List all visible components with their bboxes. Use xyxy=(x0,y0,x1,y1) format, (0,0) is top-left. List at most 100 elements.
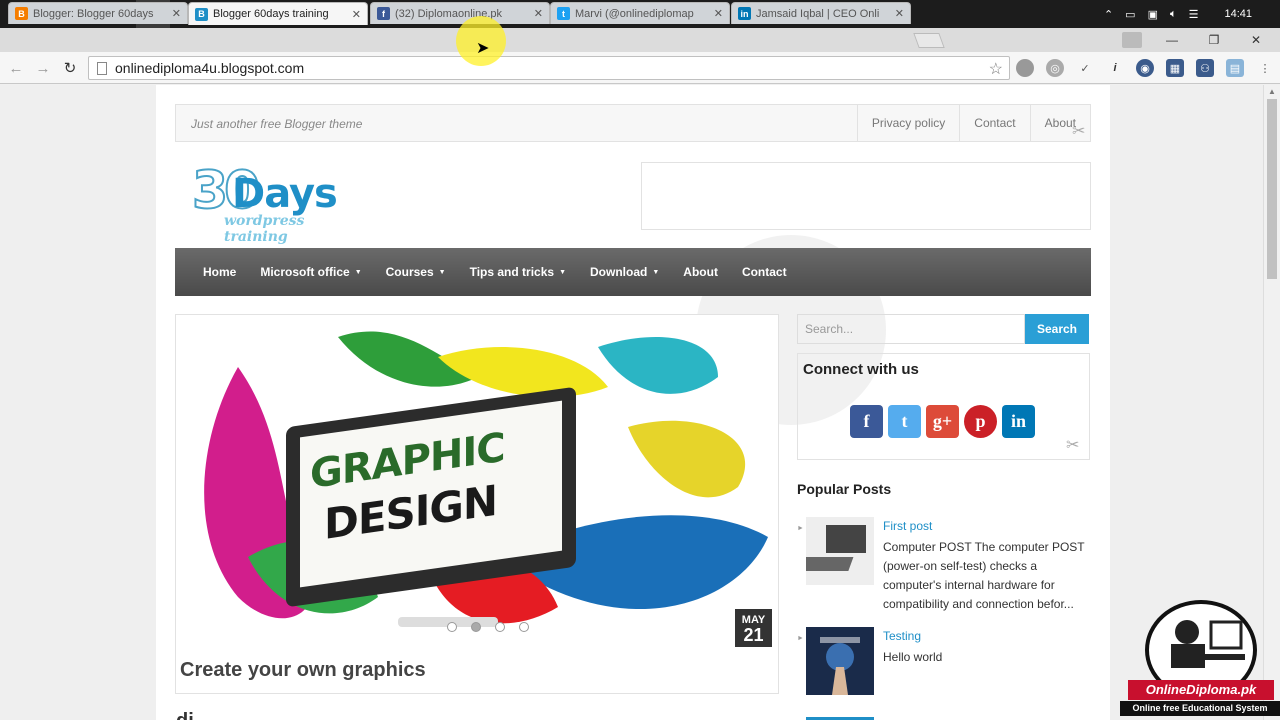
post-snippet: Computer POST The computer POST (power-o… xyxy=(883,540,1085,611)
nav-tips-and-tricks[interactable]: Tips and tricks ▼ xyxy=(470,265,566,279)
clock[interactable]: 14:41 xyxy=(1224,8,1252,20)
brand-tagline: Online free Educational System xyxy=(1120,701,1280,716)
connect-widget: Connect with us f t g+ p in ✂ xyxy=(797,353,1090,460)
tab-blogger-60days[interactable]: B Blogger 60days training ✕ xyxy=(188,2,368,25)
tab-strip xyxy=(0,28,1280,52)
close-icon[interactable]: ✕ xyxy=(895,7,904,20)
scroll-thumb[interactable] xyxy=(1267,99,1277,279)
blog-site: Just another free Blogger theme Privacy … xyxy=(156,85,1110,720)
wrench-icon[interactable]: ✂ xyxy=(1066,435,1079,455)
caret-down-icon: ▼ xyxy=(559,269,567,277)
bookmark-star-icon[interactable]: ☆ xyxy=(989,59,1003,79)
date-day: 21 xyxy=(743,625,764,645)
close-icon[interactable]: ✕ xyxy=(352,8,361,21)
post-snippet: Hello world xyxy=(883,650,943,664)
pinterest-icon[interactable]: p xyxy=(964,405,997,438)
close-icon[interactable]: ✕ xyxy=(534,7,543,20)
slider-dot[interactable] xyxy=(447,622,457,632)
connect-title: Connect with us xyxy=(803,361,919,378)
search-input[interactable]: Search... xyxy=(797,314,1025,344)
extension-icon[interactable]: ◉ xyxy=(1136,59,1154,77)
post-title[interactable]: First post xyxy=(883,519,932,533)
slide-title[interactable]: Create your own graphics xyxy=(180,659,426,682)
popular-post-item: ► Testing Hello world xyxy=(797,627,1090,697)
header-ad-box xyxy=(641,162,1091,230)
brand-overlay-logo: OnlineDiploma.pk Online free Educational… xyxy=(1120,598,1280,718)
main-navigation: Home Microsoft office ▼ Courses ▼ Tips and… xyxy=(175,248,1091,296)
extension-icon[interactable]: ▤ xyxy=(1226,59,1244,77)
nav-microsoft-office[interactable]: Microsoft office ▼ xyxy=(260,265,361,279)
logo-subtitle: wordpress training xyxy=(224,213,305,245)
tab-twitter[interactable]: t Marvi (@onlinediplomap ✕ xyxy=(550,2,730,24)
network-icon[interactable]: ▣ xyxy=(1148,8,1158,21)
system-tray: ⌃ ▭ ▣ 🔈︎ ☰ 14:41 xyxy=(1098,0,1280,28)
tab-facebook[interactable]: f (32) Diplomaonline.pk ✕ xyxy=(370,2,550,24)
close-window-button[interactable]: ✕ xyxy=(1236,28,1276,52)
googleplus-icon[interactable]: g+ xyxy=(926,405,959,438)
post-thumbnail[interactable] xyxy=(806,627,874,695)
top-links: Privacy policy Contact About xyxy=(856,105,1090,141)
nav-about[interactable]: About xyxy=(683,265,718,279)
featured-slider[interactable]: GRAPHIC DESIGN MAY 21 Create your own gr… xyxy=(175,314,779,694)
nav-contact[interactable]: Contact xyxy=(742,265,787,279)
top-link-privacy[interactable]: Privacy policy xyxy=(856,105,959,141)
forward-icon[interactable]: → xyxy=(33,58,53,78)
twitter-icon[interactable]: t xyxy=(888,405,921,438)
globe-icon[interactable]: ◎ xyxy=(1046,59,1064,77)
back-icon[interactable]: ← xyxy=(6,58,26,78)
slider-dot-active[interactable] xyxy=(471,622,481,632)
search-button[interactable]: Search xyxy=(1025,314,1089,344)
top-link-contact[interactable]: Contact xyxy=(959,105,1029,141)
tab-label: Marvi (@onlinediplomap xyxy=(575,7,694,20)
post-title[interactable]: Testing xyxy=(883,629,921,643)
extension-icon[interactable] xyxy=(1016,59,1034,77)
profile-icon[interactable] xyxy=(1112,28,1152,52)
chrome-menu-icon[interactable]: ⋮ xyxy=(1256,59,1274,77)
close-icon[interactable]: ✕ xyxy=(172,7,181,20)
linkedin-icon[interactable]: in xyxy=(1002,405,1035,438)
logo-word: Days xyxy=(232,171,338,217)
post-date-badge: MAY 21 xyxy=(735,609,772,647)
post-thumbnail[interactable] xyxy=(792,517,874,585)
action-center-icon[interactable]: ☰ xyxy=(1189,8,1199,21)
popular-posts-heading: Popular Posts xyxy=(797,481,892,497)
mouse-pointer-icon: ➤ xyxy=(476,40,490,57)
volume-icon[interactable]: 🔈︎ xyxy=(1170,8,1177,21)
tab-blogger-dashboard[interactable]: B Blogger: Blogger 60days ✕ xyxy=(8,2,188,24)
chevron-up-icon[interactable]: ⌃ xyxy=(1104,8,1113,21)
extension-icon[interactable]: ▦ xyxy=(1166,59,1184,77)
site-logo[interactable]: 30 Days wordpress training xyxy=(191,160,372,245)
nav-home[interactable]: Home xyxy=(203,265,236,279)
caret-down-icon: ▼ xyxy=(652,269,660,277)
address-bar[interactable]: onlinediploma4u.blogspot.com ☆ xyxy=(88,56,1010,80)
slider-dot[interactable] xyxy=(495,622,505,632)
nav-courses[interactable]: Courses ▼ xyxy=(386,265,446,279)
blogger-icon: B xyxy=(195,7,208,21)
close-icon[interactable]: ✕ xyxy=(714,7,723,20)
facebook-icon[interactable]: f xyxy=(850,405,883,438)
monitor-screen: GRAPHIC DESIGN xyxy=(300,400,562,588)
check-icon[interactable]: ✓ xyxy=(1076,59,1094,77)
page-icon xyxy=(97,61,107,75)
twitter-icon: t xyxy=(557,7,570,20)
new-tab-button[interactable] xyxy=(913,33,945,48)
battery-icon[interactable]: ▭ xyxy=(1125,8,1135,21)
restore-button[interactable]: ❐ xyxy=(1194,28,1234,52)
top-bar: Just another free Blogger theme Privacy … xyxy=(175,104,1091,142)
brand-name: OnlineDiploma.pk xyxy=(1128,680,1274,700)
page-viewport: Just another free Blogger theme Privacy … xyxy=(0,85,1280,720)
tab-label: Blogger 60days training xyxy=(213,8,329,20)
reload-icon[interactable]: ↻ xyxy=(60,58,80,78)
nav-download[interactable]: Download ▼ xyxy=(590,265,659,279)
info-icon[interactable]: i xyxy=(1106,59,1124,77)
slide-image[interactable]: GRAPHIC DESIGN MAY 21 xyxy=(178,317,776,647)
scroll-up-icon[interactable]: ▲ xyxy=(1268,87,1276,96)
wrench-icon[interactable]: ✂ xyxy=(1072,121,1085,141)
minimize-button[interactable]: — xyxy=(1152,28,1192,52)
caret-down-icon: ▼ xyxy=(438,269,446,277)
linkedin-icon: in xyxy=(738,7,751,20)
tab-linkedin[interactable]: in Jamsaid Iqbal | CEO Onli ✕ xyxy=(731,2,911,24)
slider-dot[interactable] xyxy=(519,622,529,632)
extension-icon[interactable]: ⚇ xyxy=(1196,59,1214,77)
tab-label: Blogger: Blogger 60days xyxy=(33,7,154,20)
